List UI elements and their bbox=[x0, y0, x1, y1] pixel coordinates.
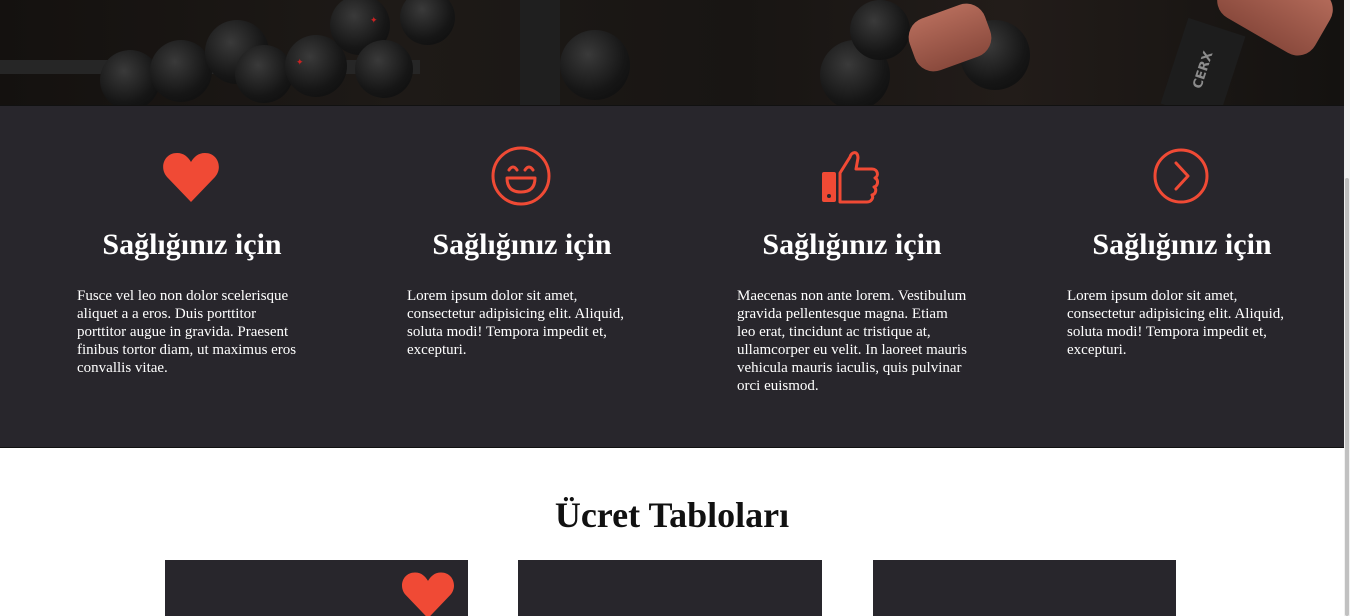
thumbs-up-icon bbox=[820, 146, 880, 206]
scrollbar-thumb[interactable] bbox=[1345, 178, 1349, 616]
dumbbell bbox=[560, 30, 630, 100]
feature-card: Sağlığınız için Fusce vel leo non dolor … bbox=[0, 106, 330, 447]
feature-title: Sağlığınız için bbox=[432, 228, 612, 261]
pricing-card bbox=[165, 560, 468, 616]
feature-card: Sağlığınız için Maecenas non ante lorem.… bbox=[660, 106, 990, 447]
feature-text: Lorem ipsum dolor sit amet, consectetur … bbox=[1067, 288, 1285, 358]
page: ✦ ✦ CERX Sağlığınız için Fusce vel leo n… bbox=[0, 0, 1344, 616]
scrollbar[interactable] bbox=[1344, 0, 1350, 616]
feature-text: Maecenas non ante lorem. Vestibulum grav… bbox=[737, 288, 967, 394]
chevron-right-circle-icon[interactable] bbox=[1151, 146, 1211, 206]
smile-icon bbox=[491, 146, 551, 206]
rack-post bbox=[520, 0, 560, 105]
brand-label: CERX bbox=[1160, 17, 1246, 105]
dumbbell bbox=[400, 0, 455, 45]
feature-title: Sağlığınız için bbox=[762, 228, 942, 261]
feature-title: Sağlığınız için bbox=[1092, 228, 1272, 261]
feature-title: Sağlığınız için bbox=[102, 228, 282, 261]
pricing-card bbox=[873, 560, 1176, 616]
dumbbell-mark: ✦ bbox=[370, 16, 378, 26]
feature-text: Fusce vel leo non dolor scelerisque aliq… bbox=[77, 288, 297, 376]
heart-icon bbox=[161, 146, 221, 206]
dumbbell bbox=[235, 45, 293, 103]
feature-card: Sağlığınız için Lorem ipsum dolor sit am… bbox=[330, 106, 660, 447]
dumbbell bbox=[355, 40, 413, 98]
feature-card: Sağlığınız için Lorem ipsum dolor sit am… bbox=[990, 106, 1320, 447]
dumbbell-mark: ✦ bbox=[296, 58, 304, 68]
heart-icon bbox=[398, 566, 458, 616]
pricing-title: Ücret Tabloları bbox=[554, 495, 790, 535]
features-section: Sağlığınız için Fusce vel leo non dolor … bbox=[0, 105, 1344, 448]
hero-image: ✦ ✦ CERX bbox=[0, 0, 1344, 105]
dumbbell bbox=[150, 40, 212, 102]
pricing-card bbox=[518, 560, 822, 616]
feature-text: Lorem ipsum dolor sit amet, consectetur … bbox=[407, 288, 625, 358]
dumbbell bbox=[850, 0, 910, 60]
